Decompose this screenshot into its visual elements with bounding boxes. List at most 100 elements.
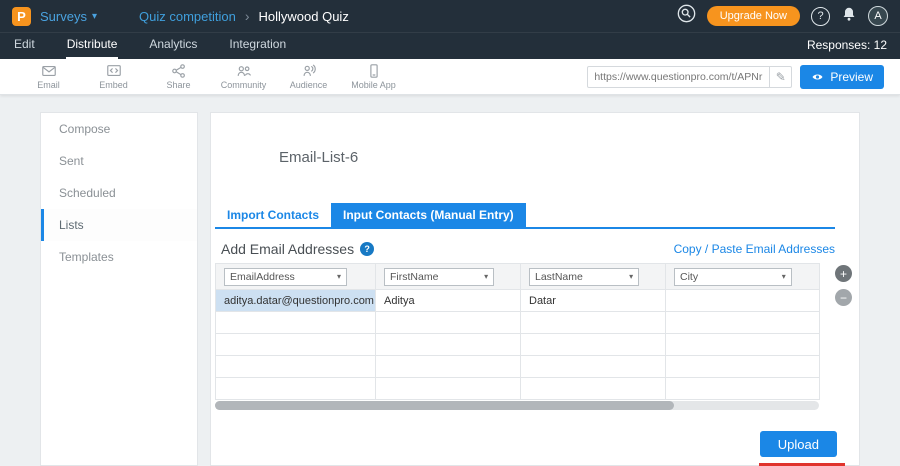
edit-url-button[interactable]: ✎ (769, 67, 791, 87)
upload-button[interactable]: Upload (760, 431, 837, 457)
cell-city[interactable] (666, 334, 820, 356)
help-button[interactable]: ? (811, 7, 830, 26)
breadcrumb-parent[interactable]: Quiz competition (139, 9, 236, 24)
nav-item-edit[interactable]: Edit (13, 32, 36, 59)
nav-item-distribute[interactable]: Distribute (66, 32, 119, 59)
tool-audience-label: Audience (290, 80, 328, 90)
help-icon[interactable]: ? (360, 242, 374, 256)
page-title: Email-List-6 (279, 149, 358, 166)
tool-community[interactable]: Community (211, 63, 276, 90)
share-icon (171, 63, 187, 79)
list-detail-card: Email-List-6 Import Contacts Input Conta… (210, 112, 860, 466)
tool-email-label: Email (37, 80, 60, 90)
tool-mobile-app-label: Mobile App (351, 80, 396, 90)
tool-mobile-app[interactable]: Mobile App (341, 63, 406, 90)
cell-firstname[interactable] (376, 356, 521, 378)
questionpro-logo[interactable]: P (12, 7, 31, 26)
logo-letter: P (17, 9, 26, 24)
tab-input-contacts-manual[interactable]: Input Contacts (Manual Entry) (331, 203, 526, 227)
topbar-actions: Upgrade Now ? A (677, 4, 888, 28)
search-button[interactable] (677, 4, 696, 28)
surveys-menu-label: Surveys (40, 9, 87, 24)
cell-email[interactable] (216, 356, 376, 378)
surveys-menu[interactable]: Surveys ▾ (40, 9, 97, 24)
tool-embed[interactable]: Embed (81, 63, 146, 90)
contacts-tabs: Import Contacts Input Contacts (Manual E… (215, 203, 835, 229)
upgrade-now-button[interactable]: Upgrade Now (707, 6, 800, 26)
nav-item-integration[interactable]: Integration (228, 32, 287, 59)
copy-paste-link[interactable]: Copy / Paste Email Addresses (674, 242, 835, 256)
top-bar: P Surveys ▾ Quiz competition › Hollywood… (0, 0, 900, 32)
survey-nav: Edit Distribute Analytics Integration Re… (0, 32, 900, 59)
chevron-down-icon: ▾ (782, 272, 786, 281)
tool-audience[interactable]: Audience (276, 63, 341, 90)
section-header-row: Add Email Addresses ? Copy / Paste Email… (221, 241, 835, 257)
survey-url-box: ✎ (587, 66, 792, 88)
pencil-icon: ✎ (776, 70, 786, 84)
chevron-down-icon: ▾ (629, 272, 633, 281)
tool-community-label: Community (221, 80, 267, 90)
remove-column-button[interactable]: − (835, 289, 852, 306)
add-column-button[interactable]: + (835, 265, 852, 282)
sidebar-item-compose[interactable]: Compose (41, 113, 197, 145)
table-row (216, 312, 820, 334)
contacts-table: EmailAddress ▾ FirstName ▾ LastName ▾ (215, 263, 819, 400)
nav-item-analytics[interactable]: Analytics (148, 32, 198, 59)
column-select-lastname[interactable]: LastName ▾ (529, 268, 639, 286)
cell-lastname[interactable] (521, 356, 666, 378)
cell-firstname[interactable]: Aditya (376, 290, 521, 312)
tool-embed-label: Embed (99, 80, 128, 90)
scrollbar-thumb[interactable] (215, 401, 674, 410)
cell-lastname[interactable]: Datar (521, 290, 666, 312)
cell-firstname[interactable] (376, 312, 521, 334)
breadcrumb-current: Hollywood Quiz (259, 9, 349, 24)
cell-city[interactable] (666, 356, 820, 378)
email-sidebar: Compose Sent Scheduled Lists Templates (40, 112, 198, 466)
tool-share-label: Share (166, 80, 190, 90)
preview-button[interactable]: Preview (800, 65, 884, 89)
table-row (216, 356, 820, 378)
cell-lastname[interactable] (521, 312, 666, 334)
section-title: Add Email Addresses ? (221, 241, 374, 257)
preview-label: Preview (830, 70, 873, 84)
cell-firstname[interactable] (376, 378, 521, 400)
cell-lastname[interactable] (521, 334, 666, 356)
cell-email[interactable] (216, 334, 376, 356)
column-select-city[interactable]: City ▾ (674, 268, 792, 286)
chevron-down-icon: ▾ (92, 11, 97, 22)
cell-firstname[interactable] (376, 334, 521, 356)
distribute-toolbar: Email Embed Share Community Audience Mob… (0, 59, 900, 95)
column-select-emailaddress[interactable]: EmailAddress ▾ (224, 268, 347, 286)
cell-city[interactable] (666, 290, 820, 312)
table-row (216, 378, 820, 400)
cell-email[interactable]: aditya.datar@questionpro.com (216, 290, 376, 312)
cell-email[interactable] (216, 312, 376, 334)
breadcrumb-separator: › (245, 8, 250, 24)
cell-email[interactable] (216, 378, 376, 400)
sidebar-item-lists[interactable]: Lists (41, 209, 197, 241)
row-controls: + − (835, 265, 852, 306)
tool-share[interactable]: Share (146, 63, 211, 90)
cell-city[interactable] (666, 312, 820, 334)
chevron-down-icon: ▾ (337, 272, 341, 281)
section-title-label: Add Email Addresses (221, 241, 354, 257)
notifications-button[interactable] (841, 6, 857, 27)
search-icon (677, 4, 696, 23)
table-row (216, 334, 820, 356)
chevron-down-icon: ▾ (484, 272, 488, 281)
community-icon (236, 63, 252, 79)
horizontal-scrollbar[interactable] (215, 401, 819, 410)
sidebar-item-sent[interactable]: Sent (41, 145, 197, 177)
column-select-firstname[interactable]: FirstName ▾ (384, 268, 494, 286)
sidebar-item-scheduled[interactable]: Scheduled (41, 177, 197, 209)
breadcrumb: Quiz competition › Hollywood Quiz (139, 8, 349, 24)
bell-icon (841, 6, 857, 22)
avatar[interactable]: A (868, 6, 888, 26)
tab-import-contacts[interactable]: Import Contacts (215, 203, 331, 227)
survey-url-input[interactable] (588, 71, 769, 83)
embed-icon (106, 63, 122, 79)
cell-lastname[interactable] (521, 378, 666, 400)
sidebar-item-templates[interactable]: Templates (41, 241, 197, 273)
tool-email[interactable]: Email (16, 63, 81, 90)
cell-city[interactable] (666, 378, 820, 400)
